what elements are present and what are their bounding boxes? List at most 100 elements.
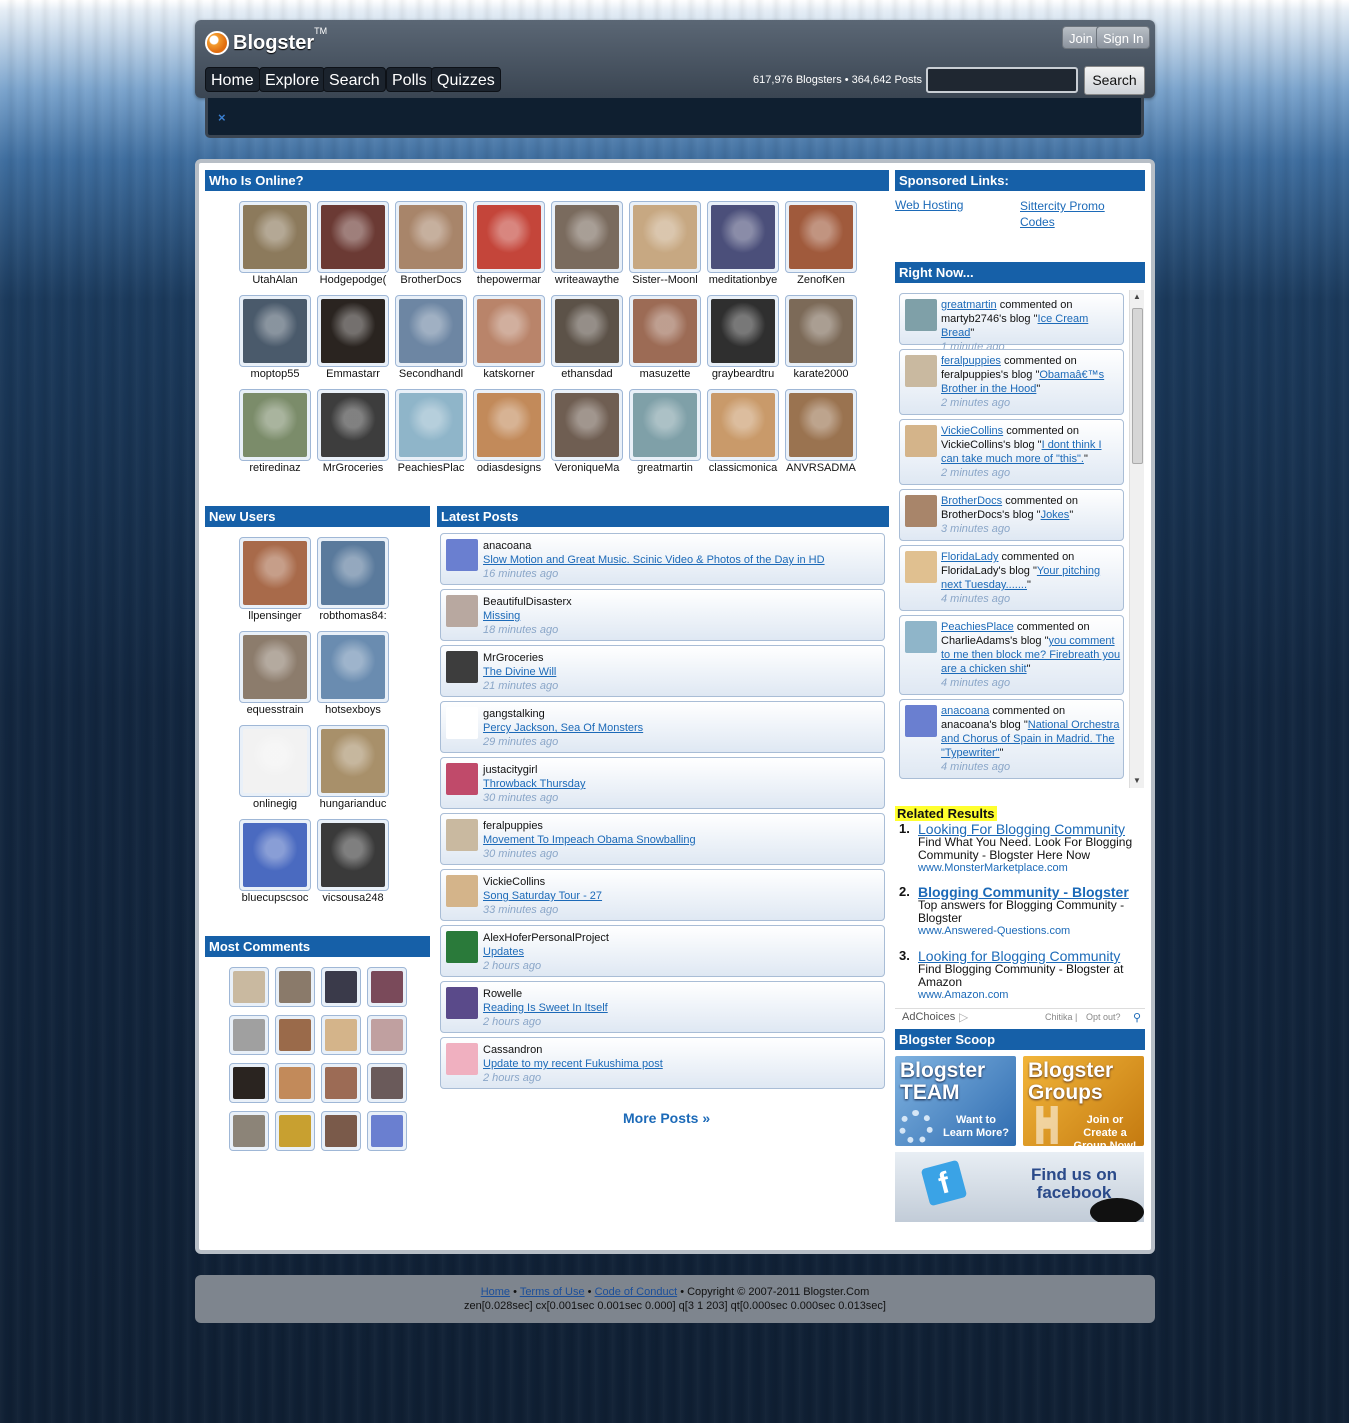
blogster-team-banner[interactable]: Blogster TEAM Want to Learn More? xyxy=(895,1056,1016,1146)
activity-avatar[interactable] xyxy=(905,355,937,387)
user-avatar[interactable] xyxy=(239,819,311,891)
commenter-avatar[interactable] xyxy=(229,1063,269,1103)
adchoices-icon[interactable]: ▷ xyxy=(959,1010,968,1024)
username-label[interactable]: classicmonica xyxy=(703,462,783,474)
activity-user-link[interactable]: greatmartin xyxy=(941,299,997,311)
user-avatar[interactable] xyxy=(785,295,857,367)
username-label[interactable]: Hodgepodge( xyxy=(313,274,393,286)
user-avatar[interactable] xyxy=(395,295,467,367)
username-label[interactable]: Emmastarr xyxy=(313,368,393,380)
post-item[interactable]: feralpuppies Movement To Impeach Obama Sn… xyxy=(440,813,885,865)
user-avatar[interactable] xyxy=(785,389,857,461)
activity-user-link[interactable]: BrotherDocs xyxy=(941,495,1002,507)
user-avatar[interactable] xyxy=(785,201,857,273)
scroll-thumb[interactable] xyxy=(1132,308,1143,464)
user-avatar[interactable] xyxy=(317,201,389,273)
post-title-link[interactable]: Song Saturday Tour - 27 xyxy=(483,890,602,902)
more-posts-link[interactable]: More Posts » xyxy=(623,1110,710,1126)
commenter-avatar[interactable] xyxy=(321,1111,361,1151)
user-avatar[interactable] xyxy=(239,295,311,367)
commenter-avatar[interactable] xyxy=(367,1111,407,1151)
nav-quizzes[interactable]: Quizzes xyxy=(431,67,501,92)
nav-search[interactable]: Search xyxy=(323,67,386,92)
user-avatar[interactable] xyxy=(317,725,389,797)
username-label[interactable]: bluecupscsoc xyxy=(235,892,315,904)
commenter-avatar[interactable] xyxy=(321,967,361,1007)
commenter-avatar[interactable] xyxy=(321,1063,361,1103)
user-avatar[interactable] xyxy=(395,389,467,461)
result-url[interactable]: www.Answered-Questions.com xyxy=(918,925,1070,937)
search-icon[interactable]: ⚲ xyxy=(1133,1011,1141,1024)
facebook-banner[interactable]: f Find us on facebook xyxy=(895,1152,1144,1222)
scroll-up-icon[interactable]: ▲ xyxy=(1133,292,1141,301)
user-avatar[interactable] xyxy=(239,201,311,273)
username-label[interactable]: robthomas84: xyxy=(313,610,393,622)
post-item[interactable]: AlexHoferPersonalProject Updates 2 hours a… xyxy=(440,925,885,977)
username-label[interactable]: VeroniqueMa xyxy=(547,462,627,474)
user-avatar[interactable] xyxy=(317,537,389,609)
user-avatar[interactable] xyxy=(239,389,311,461)
activity-avatar[interactable] xyxy=(905,425,937,457)
blogster-groups-banner[interactable]: Blogster Groups Join or Create a Group N… xyxy=(1023,1056,1144,1146)
post-title-link[interactable]: Update to my recent Fukushima post xyxy=(483,1058,663,1070)
post-thumbnail[interactable] xyxy=(446,707,478,739)
username-label[interactable]: vicsousa248 xyxy=(313,892,393,904)
search-input[interactable] xyxy=(926,67,1078,93)
footer-home-link[interactable]: Home xyxy=(481,1286,510,1298)
user-avatar[interactable] xyxy=(551,201,623,273)
username-label[interactable]: retiredinaz xyxy=(235,462,315,474)
post-thumbnail[interactable] xyxy=(446,539,478,571)
post-title-link[interactable]: Updates xyxy=(483,946,524,958)
post-item[interactable]: MrGroceries The Divine Will 21 minutes ago xyxy=(440,645,885,697)
activity-avatar[interactable] xyxy=(905,705,937,737)
username-label[interactable]: hotsexboys xyxy=(313,704,393,716)
post-thumbnail[interactable] xyxy=(446,595,478,627)
post-title-link[interactable]: Movement To Impeach Obama Snowballing xyxy=(483,834,696,846)
scroll-down-icon[interactable]: ▼ xyxy=(1133,776,1141,785)
result-url[interactable]: www.MonsterMarketplace.com xyxy=(918,862,1068,874)
user-avatar[interactable] xyxy=(317,631,389,703)
username-label[interactable]: onlinegig xyxy=(235,798,315,810)
post-item[interactable]: Rowelle Reading Is Sweet In Itself 2 hours… xyxy=(440,981,885,1033)
username-label[interactable]: graybeardtru xyxy=(703,368,783,380)
username-label[interactable]: BrotherDocs xyxy=(391,274,471,286)
post-title-link[interactable]: Missing xyxy=(483,610,520,622)
post-thumbnail[interactable] xyxy=(446,819,478,851)
commenter-avatar[interactable] xyxy=(275,1111,315,1151)
commenter-avatar[interactable] xyxy=(229,967,269,1007)
post-thumbnail[interactable] xyxy=(446,651,478,683)
opt-out-link[interactable]: Opt out? xyxy=(1086,1012,1121,1022)
post-thumbnail[interactable] xyxy=(446,1043,478,1075)
sponsored-link-sittercity[interactable]: Sittercity Promo Codes xyxy=(1020,198,1130,230)
activity-avatar[interactable] xyxy=(905,299,937,331)
chitika-label[interactable]: Chitika | xyxy=(1045,1012,1077,1022)
username-label[interactable]: equesstrain xyxy=(235,704,315,716)
user-avatar[interactable] xyxy=(629,389,701,461)
blogster-logo[interactable]: Blogster TM xyxy=(205,26,327,58)
sponsored-link-web-hosting[interactable]: Web Hosting xyxy=(895,198,963,212)
username-label[interactable]: PeachiesPlac xyxy=(391,462,471,474)
post-title-link[interactable]: The Divine Will xyxy=(483,666,556,678)
username-label[interactable]: katskorner xyxy=(469,368,549,380)
user-avatar[interactable] xyxy=(551,295,623,367)
username-label[interactable]: karate2000 xyxy=(781,368,861,380)
user-avatar[interactable] xyxy=(551,389,623,461)
user-avatar[interactable] xyxy=(317,389,389,461)
close-icon[interactable]: × xyxy=(218,110,226,125)
adchoices-label[interactable]: AdChoices xyxy=(902,1011,955,1023)
nav-explore[interactable]: Explore xyxy=(259,67,326,92)
activity-blog-link[interactable]: Jokes xyxy=(1041,509,1070,521)
activity-avatar[interactable] xyxy=(905,551,937,583)
right-now-scrollbar[interactable]: ▲ ▼ xyxy=(1129,290,1144,788)
post-item[interactable]: Cassandron Update to my recent Fukushima … xyxy=(440,1037,885,1089)
post-item[interactable]: VickieCollins Song Saturday Tour - 27 33 m… xyxy=(440,869,885,921)
username-label[interactable]: llpensinger xyxy=(235,610,315,622)
search-button[interactable]: Search xyxy=(1084,66,1145,95)
user-avatar[interactable] xyxy=(473,389,545,461)
activity-user-link[interactable]: VickieCollins xyxy=(941,425,1003,437)
username-label[interactable]: Sister--Moonl xyxy=(625,274,705,286)
post-title-link[interactable]: Slow Motion and Great Music. Scinic Vide… xyxy=(483,554,825,566)
commenter-avatar[interactable] xyxy=(229,1015,269,1055)
commenter-avatar[interactable] xyxy=(275,967,315,1007)
result-url[interactable]: www.Amazon.com xyxy=(918,989,1008,1001)
